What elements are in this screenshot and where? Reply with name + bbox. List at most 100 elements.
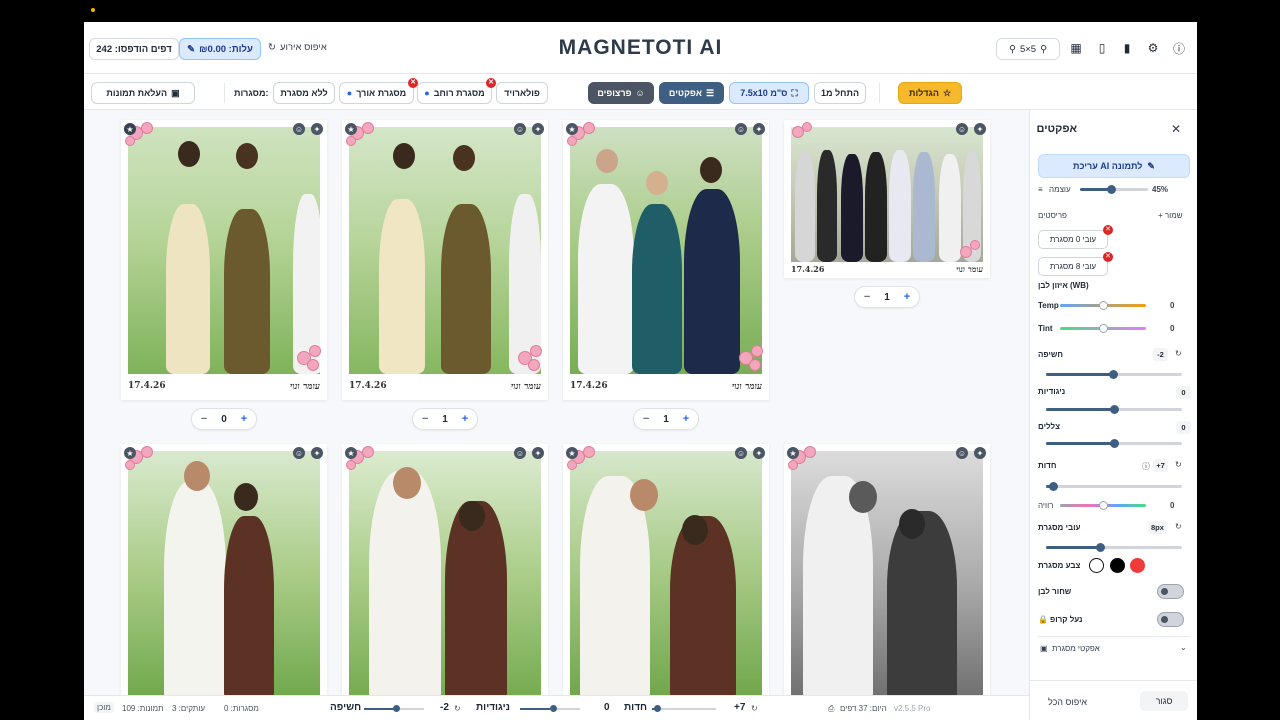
temp-knob[interactable] — [1099, 301, 1108, 310]
shadows-knob[interactable] — [1110, 439, 1119, 448]
frame-color-red[interactable] — [1130, 558, 1145, 573]
ai-sparkle-icon[interactable]: ✦ — [311, 123, 323, 135]
ai-edit-button[interactable]: עריכת AI לתמונה ✎ — [1038, 154, 1190, 178]
ai-sparkle-icon[interactable]: ✦ — [974, 447, 986, 459]
face-icon[interactable]: ☺ — [293, 447, 305, 459]
frame-effects-expander[interactable]: ▣ אפקטי מסגרת ⌄ — [1038, 641, 1190, 657]
qr-code-icon[interactable]: ▦ — [1069, 41, 1083, 55]
save-preset-button[interactable]: + שמור — [1158, 211, 1183, 220]
photo-card[interactable]: ★ ☺ ✦ — [342, 444, 548, 704]
temp-slider[interactable] — [1060, 301, 1146, 310]
exposure-value[interactable]: -2 — [1153, 348, 1168, 361]
photo-image[interactable] — [128, 127, 320, 374]
status-contrast-slider[interactable] — [520, 705, 580, 712]
photo-card[interactable]: ★ ☺ ✦ 17.4.26 עומר ונוי — [121, 120, 327, 400]
sharpness-slider[interactable] — [1046, 482, 1182, 491]
bookmark-icon[interactable]: ▯ — [1095, 41, 1109, 55]
gear-icon[interactable]: ⚙ — [1146, 41, 1160, 55]
plus-icon[interactable]: + — [679, 412, 693, 426]
sharpness-value[interactable]: +7 — [1153, 459, 1168, 472]
ai-sparkle-icon[interactable]: ✦ — [311, 447, 323, 459]
tint-slider[interactable] — [1060, 324, 1146, 333]
contrast-slider[interactable] — [1046, 405, 1182, 414]
plus-icon[interactable]: + — [458, 412, 472, 426]
close-icon[interactable]: ✕ — [1171, 122, 1181, 136]
minus-icon[interactable]: − — [197, 412, 211, 426]
strength-slider[interactable] — [1080, 185, 1148, 194]
photo-card[interactable]: ★ ☺ ✦ — [121, 444, 327, 704]
enlargements-button[interactable]: הגדלות ☆ — [898, 82, 962, 104]
frame-color-white[interactable] — [1089, 558, 1104, 573]
reset-icon[interactable]: ↻ — [1175, 522, 1182, 531]
status-sharpness-slider[interactable] — [652, 705, 716, 712]
ai-sparkle-icon[interactable]: ✦ — [532, 123, 544, 135]
remove-icon[interactable]: ✕ — [486, 78, 496, 88]
quantity-stepper[interactable]: − 1 + — [854, 286, 920, 308]
saturation-slider[interactable] — [1060, 501, 1146, 510]
info-icon[interactable]: ⓘ — [1172, 41, 1186, 56]
face-icon[interactable]: ☺ — [956, 447, 968, 459]
start-from-button[interactable]: התחל מ1 — [814, 82, 866, 104]
frame-width-knob[interactable] — [1096, 543, 1106, 552]
photo-card[interactable]: ★ ☺ ✦ — [563, 444, 769, 704]
quantity-stepper[interactable]: − 0 + — [191, 408, 257, 430]
ai-sparkle-icon[interactable]: ✦ — [753, 447, 765, 459]
no-frame-button[interactable]: ללא מסגרת — [273, 82, 335, 104]
shadows-value[interactable]: 0 — [1176, 421, 1191, 434]
star-icon[interactable]: ★ — [787, 447, 799, 459]
star-icon[interactable]: ★ — [345, 447, 357, 459]
wide-frame-button[interactable]: ● מסגרת רוחב ✕ — [417, 78, 496, 104]
zoom-control[interactable]: ⚲ 5×5 ⚲ — [996, 38, 1060, 60]
photo-image[interactable] — [128, 451, 320, 701]
plus-icon[interactable]: + — [237, 412, 251, 426]
contrast-knob[interactable] — [1110, 405, 1119, 414]
close-button[interactable]: סגור — [1140, 691, 1188, 711]
photo-image[interactable] — [349, 127, 541, 374]
photo-card[interactable]: ★ ☺ ✦ — [784, 444, 990, 704]
star-icon[interactable]: ★ — [566, 123, 578, 135]
sharpness-knob[interactable] — [1048, 482, 1058, 491]
face-icon[interactable]: ☺ — [735, 123, 747, 135]
crop-lock-toggle[interactable] — [1157, 612, 1184, 627]
remove-icon[interactable]: ✕ — [1103, 252, 1113, 262]
frame-width-value[interactable]: 8px — [1148, 521, 1167, 534]
contrast-value[interactable]: 0 — [1176, 386, 1191, 399]
status-exposure-slider[interactable] — [364, 705, 424, 712]
star-icon[interactable]: ★ — [566, 447, 578, 459]
photo-card[interactable]: ☺ ✦ 17.4.26 עומר ונוי — [784, 120, 990, 278]
preset-chip[interactable]: עובי 8 מסגרת ✕ — [1038, 252, 1113, 276]
face-icon[interactable]: ☺ — [293, 123, 305, 135]
frame-width-slider[interactable] — [1046, 543, 1182, 552]
face-icon[interactable]: ☺ — [956, 123, 968, 135]
ai-sparkle-icon[interactable]: ✦ — [974, 123, 986, 135]
plus-icon[interactable]: + — [900, 290, 914, 304]
star-icon[interactable]: ★ — [345, 123, 357, 135]
face-icon[interactable]: ☺ — [735, 447, 747, 459]
zoom-in-icon[interactable]: ⚲ — [1040, 44, 1047, 55]
remove-icon[interactable]: ✕ — [1103, 225, 1113, 235]
photo-image[interactable] — [570, 127, 762, 374]
size-button[interactable]: 7.5x10 ס"מ ⛶ — [729, 82, 809, 104]
photo-card[interactable]: ★ ☺ ✦ 17.4.26 עומר ונוי — [563, 120, 769, 400]
minus-icon[interactable]: − — [418, 412, 432, 426]
shadows-slider[interactable] — [1046, 439, 1182, 448]
quantity-stepper[interactable]: − 1 + — [633, 408, 699, 430]
photo-image[interactable] — [570, 451, 762, 701]
upload-photos-button[interactable]: העלאת תמונות ▣ — [91, 82, 195, 104]
reset-icon[interactable]: ↻ — [454, 704, 461, 713]
photo-image[interactable] — [791, 451, 983, 701]
minus-icon[interactable]: − — [860, 290, 874, 304]
face-icon[interactable]: ☺ — [514, 123, 526, 135]
effects-button[interactable]: אפקטים ☰ — [659, 82, 724, 104]
chart-icon[interactable]: ▮ — [1120, 41, 1134, 55]
exposure-knob[interactable] — [1108, 370, 1118, 379]
reset-icon[interactable]: ↻ — [1175, 460, 1182, 469]
reset-icon[interactable]: ↻ — [1175, 349, 1182, 358]
reset-all-button[interactable]: איפוס הכל — [1048, 697, 1087, 707]
exposure-slider[interactable] — [1046, 370, 1182, 379]
star-icon[interactable]: ★ — [124, 447, 136, 459]
photo-card[interactable]: ★ ☺ ✦ 17.4.26 עומר ונוי — [342, 120, 548, 400]
ai-sparkle-icon[interactable]: ✦ — [532, 447, 544, 459]
preset-chip[interactable]: עובי 0 מסגרת ✕ — [1038, 225, 1113, 249]
ai-sparkle-icon[interactable]: ✦ — [753, 123, 765, 135]
